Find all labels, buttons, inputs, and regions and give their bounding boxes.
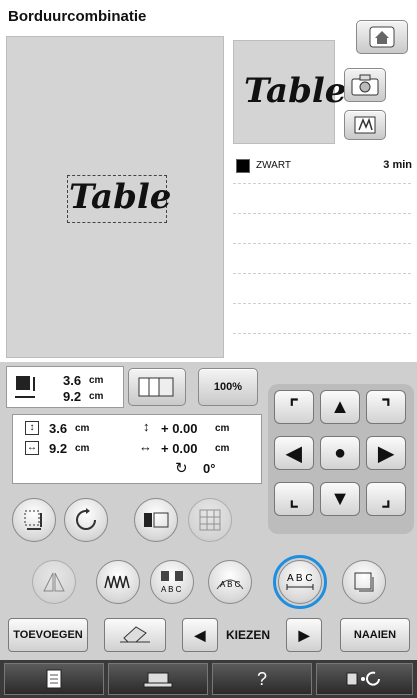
thread-time: 3 min <box>383 159 412 171</box>
list-divider <box>233 243 411 244</box>
home-icon <box>369 26 395 48</box>
center-button[interactable]: ● <box>320 436 360 470</box>
spacing-icon: A B C <box>161 571 183 594</box>
border-icon <box>354 572 374 592</box>
size-height: 9.2 <box>63 389 82 404</box>
text-spacing-icon: A B C <box>286 573 314 590</box>
density-button[interactable] <box>96 560 140 604</box>
array-icon <box>138 377 174 397</box>
settings-icon <box>346 671 380 686</box>
move-up-left-button[interactable]: ⌜ <box>274 390 314 424</box>
list-divider <box>233 183 411 184</box>
move-down-button[interactable]: ▼ <box>320 482 360 516</box>
grid-button[interactable] <box>188 498 232 542</box>
pattern-size-icon <box>15 376 35 398</box>
height-icon: ↕ <box>25 421 39 435</box>
rotation-angle: 0° <box>203 461 216 476</box>
delete-button[interactable] <box>104 618 166 652</box>
array-icon <box>144 512 169 528</box>
text-spacing-button[interactable]: A B C <box>273 555 327 609</box>
home-button[interactable] <box>356 20 408 54</box>
horizontal-offset-unit: cm <box>215 443 230 454</box>
page-icon <box>46 669 62 689</box>
list-divider <box>233 333 411 334</box>
move-left-button[interactable]: ◀ <box>274 436 314 470</box>
list-divider <box>233 273 411 274</box>
frame-button[interactable] <box>342 560 386 604</box>
thread-list-item: ZWART 3 min <box>236 158 412 174</box>
border-pattern-button[interactable] <box>134 498 178 542</box>
add-label: TOEVOEGEN <box>13 629 83 641</box>
horizontal-offset-icon: ↔ <box>139 439 152 454</box>
rotate-icon <box>76 508 96 530</box>
arc-icon: A B C <box>216 579 244 590</box>
vertical-offset-unit: cm <box>215 423 230 434</box>
machine-icon <box>143 672 173 688</box>
horizontal-offset: + 0.00 <box>161 441 198 456</box>
svg-text:A B C: A B C <box>220 580 241 589</box>
mirror-button[interactable] <box>32 560 76 604</box>
rotation-icon: ↻ <box>175 460 188 477</box>
list-divider <box>233 213 411 214</box>
thread-view-button[interactable] <box>344 110 386 140</box>
embroidery-area[interactable]: Table <box>6 36 224 358</box>
position-height-unit: cm <box>75 423 90 434</box>
pattern-preview: Table <box>233 40 346 144</box>
size-info: 3.6 cm 9.2 cm <box>6 366 124 408</box>
tab-page[interactable] <box>4 663 104 695</box>
select-prev-button[interactable]: ◀ <box>182 618 218 652</box>
move-right-button[interactable]: ▶ <box>366 436 406 470</box>
size-height-unit: cm <box>89 391 104 402</box>
thread-spool-icon <box>354 116 376 134</box>
mirror-icon <box>43 572 65 592</box>
pattern-text: Table <box>69 177 172 217</box>
zoom-level: 100% <box>213 381 243 393</box>
multi-view-button[interactable] <box>128 368 186 406</box>
page-title: Borduurcombinatie <box>8 8 147 25</box>
position-info: ↕ 3.6 cm ↔ 9.2 cm ↕ + 0.00 cm ↔ + 0.00 c… <box>12 414 262 484</box>
move-down-left-button[interactable]: ⌞ <box>274 482 314 516</box>
grid-icon <box>199 509 221 531</box>
question-icon: ? <box>256 668 267 689</box>
move-down-right-button[interactable]: ⌟ <box>366 482 406 516</box>
select-label: KIEZEN <box>226 628 271 642</box>
size-width: 3.6 <box>63 373 82 388</box>
sew-label: NAAIEN <box>353 629 397 641</box>
move-up-button[interactable]: ▲ <box>320 390 360 424</box>
add-button[interactable]: TOEVOEGEN <box>8 618 88 652</box>
size-button[interactable] <box>12 498 56 542</box>
arc-button[interactable]: A B C <box>208 560 252 604</box>
rotate-button[interactable] <box>64 498 108 542</box>
position-width: 9.2 <box>49 441 68 456</box>
vertical-offset-icon: ↕ <box>143 419 150 434</box>
tab-machine[interactable] <box>108 663 208 695</box>
move-up-right-button[interactable]: ⌝ <box>366 390 406 424</box>
character-spacing-button[interactable]: A B C <box>150 560 194 604</box>
eraser-icon <box>120 626 150 643</box>
preview-text: Table <box>244 71 347 111</box>
density-icon <box>104 575 130 589</box>
thread-swatch <box>236 159 250 173</box>
width-icon: ↔ <box>25 441 39 455</box>
thread-color-name: ZWART <box>256 160 291 171</box>
tab-help[interactable]: ? <box>212 663 312 695</box>
position-height: 3.6 <box>49 421 68 436</box>
svg-text:A B C: A B C <box>161 585 182 594</box>
camera-button[interactable] <box>344 68 386 102</box>
resize-icon <box>24 510 42 530</box>
size-width-unit: cm <box>89 375 104 386</box>
list-divider <box>233 303 411 304</box>
zoom-button[interactable]: 100% <box>198 368 258 406</box>
svg-text:A B C: A B C <box>287 573 313 584</box>
select-next-button[interactable]: ▶ <box>286 618 322 652</box>
position-width-unit: cm <box>75 443 90 454</box>
tab-settings[interactable] <box>316 663 413 695</box>
camera-icon <box>351 74 379 96</box>
vertical-offset: + 0.00 <box>161 421 198 436</box>
sew-button[interactable]: NAAIEN <box>340 618 410 652</box>
